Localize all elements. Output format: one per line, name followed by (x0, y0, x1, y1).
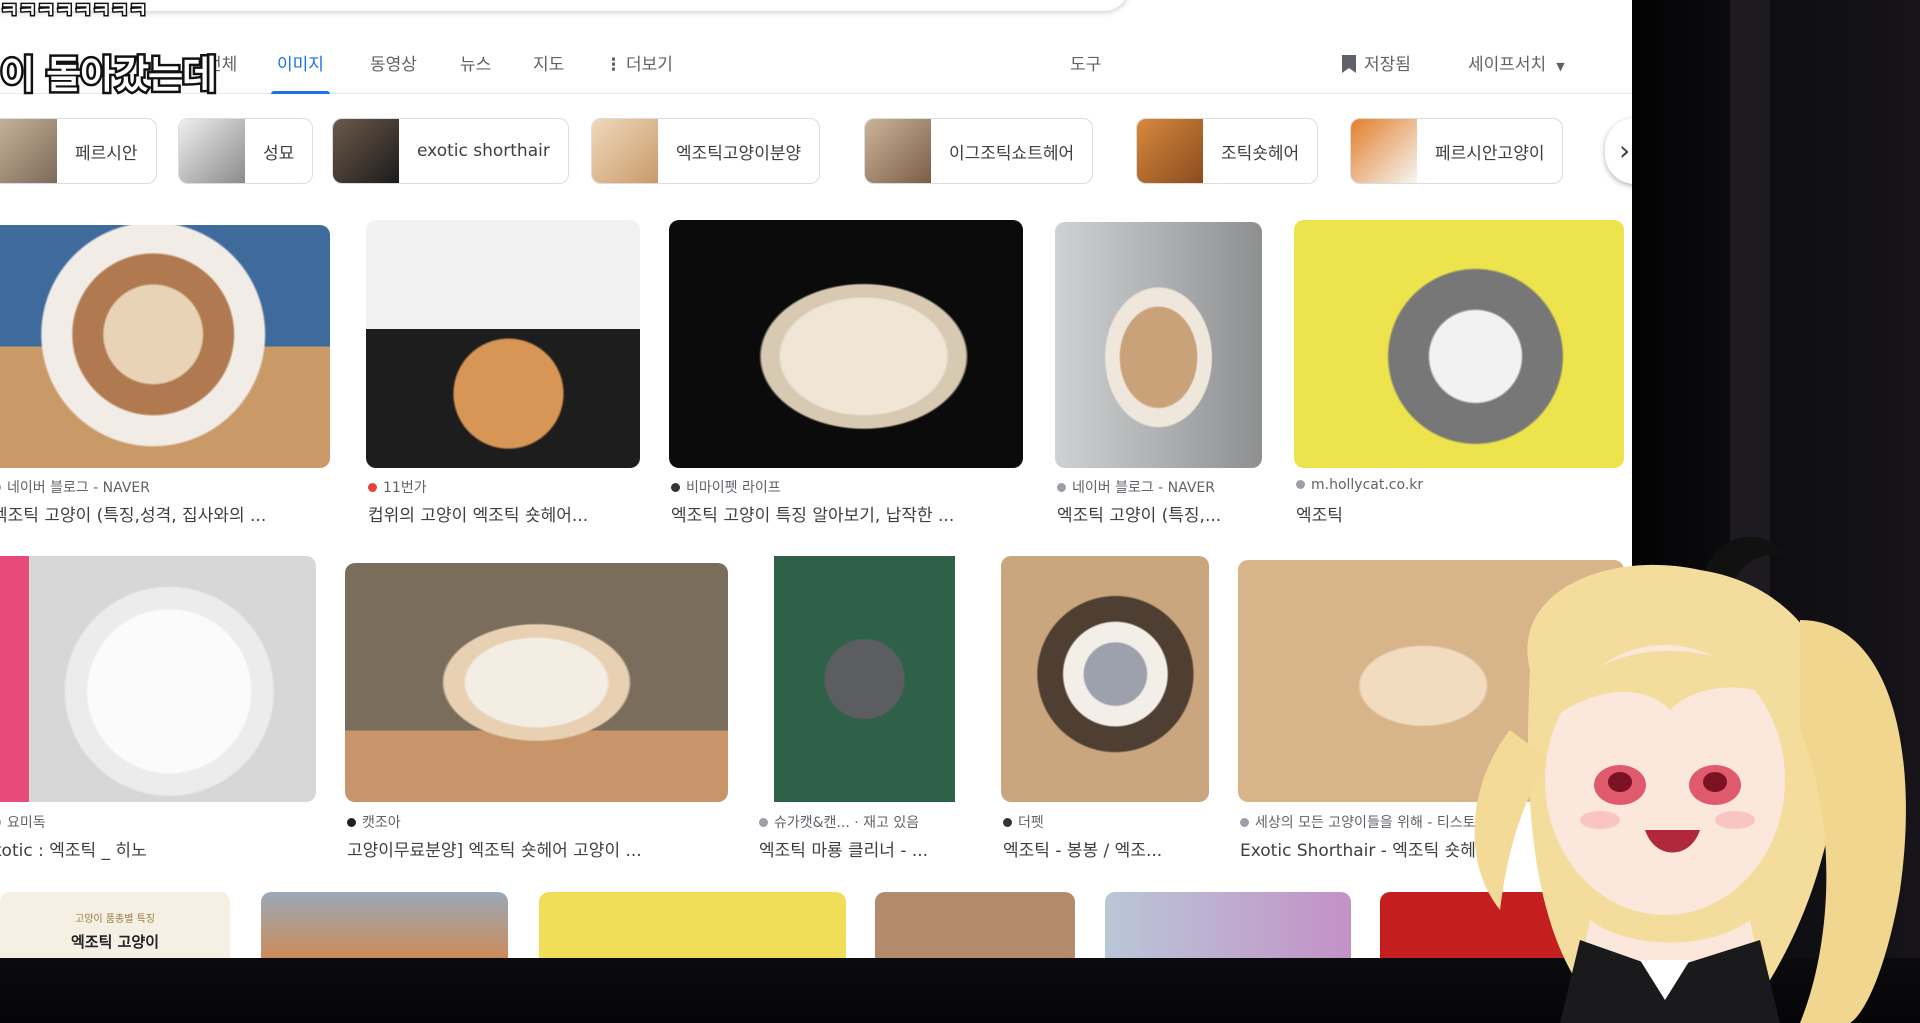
related-searches: 페르시안 성묘 exotic shorthair 엑조틱고양이분양 이그조틱쇼트… (0, 118, 1632, 184)
tab-news[interactable]: 뉴스 (460, 50, 491, 94)
subtitle-top: ㅋㅋㅋㅋㅋㅋㅋㅋ (0, 0, 149, 24)
result-title: 엑조틱 (1296, 506, 1343, 526)
browser-window: ㅋㅋㅋㅋㅋㅋㅋㅋ 전체 이미지 동영상 뉴스 지도 ⋮ 더보기 도구 저장됨 세이… (0, 0, 1632, 958)
favicon-icon (1057, 483, 1066, 492)
favicon-icon (1240, 818, 1249, 827)
chip-thumbnail (865, 119, 931, 183)
result-title: 엑조틱 고양이 (특징,... (1057, 506, 1222, 526)
related-chip[interactable]: 페르시안 (0, 118, 157, 184)
result-image (366, 220, 640, 468)
favicon-icon (1003, 818, 1012, 827)
chip-thumbnail (1137, 119, 1203, 183)
favicon-icon (347, 818, 356, 827)
favicon-icon (0, 483, 1, 492)
image-result[interactable]: 고양이 품종별 특징 엑조틱 고양이 (0, 892, 230, 958)
result-image (669, 220, 1023, 468)
result-image (757, 556, 972, 802)
bookmark-icon (1342, 55, 1356, 73)
tab-more[interactable]: ⋮ 더보기 (605, 50, 673, 94)
chip-thumbnail (0, 119, 57, 183)
related-chip[interactable]: exotic shorthair (332, 118, 569, 184)
result-title: 컵위의 고양이 엑조틱 숏헤어... (368, 506, 589, 526)
result-source: 세상의 모든 고양이들을 위해 - 티스토리 (1240, 812, 1488, 832)
result-source: 캣조아 (347, 812, 401, 832)
tab-maps[interactable]: 지도 (533, 50, 564, 94)
related-chip[interactable]: 성묘 (178, 118, 314, 184)
result-source: 네이버 블로그 - NAVER (1057, 477, 1215, 497)
result-title: 엑조틱 마룡 클리너 - ... (759, 841, 929, 861)
result-source: 네이버 블로그 - NAVER (0, 477, 150, 497)
related-chip[interactable]: 조틱숏헤어 (1136, 118, 1319, 184)
favicon-icon (368, 483, 377, 492)
result-image (0, 225, 330, 468)
stock-badge: 재고 있음 (863, 815, 920, 831)
result-image (1001, 556, 1209, 802)
search-input[interactable] (0, 0, 1130, 12)
chip-thumbnail (592, 119, 658, 183)
saved-button[interactable]: 저장됨 (1342, 50, 1411, 94)
tab-videos[interactable]: 동영상 (370, 50, 417, 94)
result-source: 더펫 (1003, 812, 1044, 832)
favicon-icon (0, 818, 1, 827)
result-image (1105, 892, 1351, 958)
tools-button[interactable]: 도구 (1070, 50, 1101, 94)
favicon-icon (1296, 480, 1305, 489)
safesearch-button[interactable]: 세이프서치 ▼ (1468, 50, 1565, 94)
result-image-title: 엑조틱 고양이 (70, 933, 160, 951)
result-title: 엑조틱 고양이 (특징,성격, 집사와의 ... (0, 506, 267, 526)
result-image (261, 892, 508, 958)
subtitle-main: 이 돌아갔는데 (0, 51, 220, 100)
chip-thumbnail (179, 119, 245, 183)
result-image (0, 556, 316, 802)
result-image (539, 892, 846, 958)
result-source: 요미독 (0, 812, 46, 832)
search-tabs: 전체 이미지 동영상 뉴스 지도 ⋮ 더보기 도구 저장됨 세이프서치 ▼ (0, 40, 1632, 94)
result-source: m.hollycat.co.kr (1296, 477, 1423, 493)
related-chip[interactable]: 이그조틱쇼트헤어 (864, 118, 1094, 184)
result-image (875, 892, 1075, 958)
stream-frame: ㅋㅋㅋㅋㅋㅋㅋㅋ 전체 이미지 동영상 뉴스 지도 ⋮ 더보기 도구 저장됨 세이… (0, 0, 1920, 1023)
chip-thumbnail (333, 119, 399, 183)
result-title: Exotic Shorthair - 엑조틱 숏헤어 (1240, 841, 1492, 861)
chip-thumbnail (1351, 119, 1417, 183)
result-image (1055, 222, 1262, 468)
more-vert-icon: ⋮ (605, 55, 622, 75)
caret-down-icon: ▼ (1556, 60, 1565, 73)
result-title: 엑조틱 고양이 특징 알아보기, 납작한 ... (671, 506, 955, 526)
result-source: 비마이펫 라이프 (671, 477, 781, 497)
favicon-icon (671, 483, 680, 492)
favicon-icon (759, 818, 768, 827)
result-image (345, 563, 728, 802)
related-chip[interactable]: 엑조틱고양이분양 (591, 118, 821, 184)
result-title: 고양이무료분양] 엑조틱 숏헤어 고양이 ... (347, 841, 642, 861)
result-source: 11번가 (368, 477, 427, 497)
related-chip[interactable]: 페르시안고양이 (1350, 118, 1564, 184)
tab-images[interactable]: 이미지 (271, 50, 330, 94)
result-image-subtitle: 고양이 품종별 특징 (75, 914, 155, 925)
result-source: 슈가캣&캔... · 재고 있음 (759, 812, 919, 832)
result-title: xotic : 엑조틱 _ 히노 (0, 841, 147, 861)
result-image (1294, 220, 1624, 468)
vtuber-avatar (1474, 536, 1906, 1023)
result-title: 엑조틱 - 봉봉 / 엑조... (1003, 841, 1163, 861)
